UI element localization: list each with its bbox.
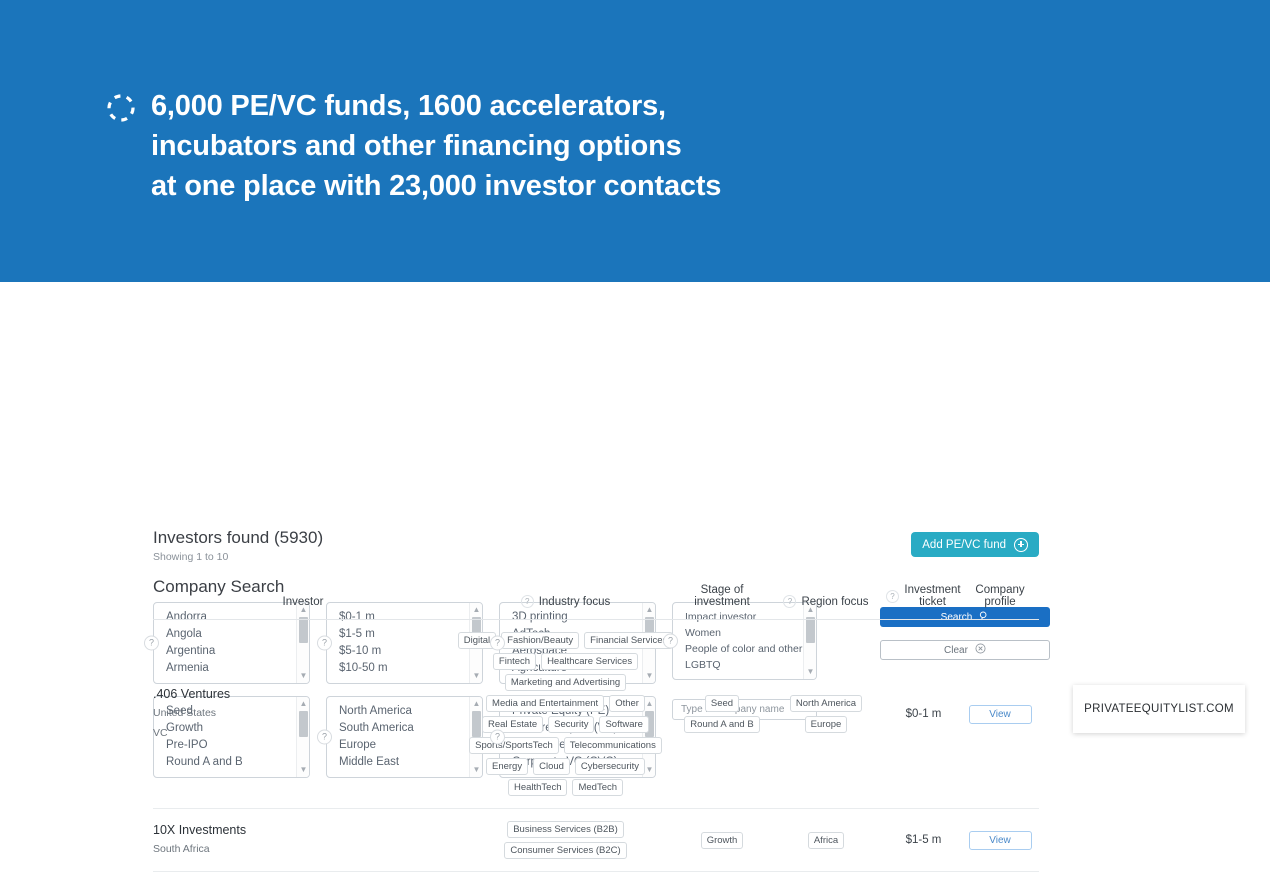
- cell-profile: View: [961, 808, 1039, 872]
- cell-industry: Digital Fashion/Beauty Financial Service…: [453, 619, 678, 809]
- tag: Healthcare Services: [541, 653, 639, 670]
- tag: Financial Services: [584, 632, 674, 649]
- hero-banner: 6,000 PE/VC funds, 1600 accelerators, in…: [0, 0, 1270, 282]
- investor-country: South Africa: [153, 843, 210, 855]
- results-section: Investors found (5930) Showing 1 to 10 A…: [153, 528, 1039, 872]
- cell-industry: Business Services (B2B) Consumer Service…: [453, 808, 678, 872]
- plus-circle-icon: [1014, 537, 1028, 552]
- add-pevc-fund-button[interactable]: Add PE/VC fund: [911, 532, 1039, 557]
- column-header-profile[interactable]: Company profile: [961, 584, 1039, 620]
- cell-region: Africa: [766, 808, 886, 872]
- column-header-industry[interactable]: ? Industry focus: [453, 584, 678, 620]
- region-tag-list: Africa: [766, 831, 886, 849]
- tag: Seed: [704, 695, 740, 712]
- tag: Business Services (B2B): [507, 821, 624, 838]
- tag: Cybersecurity: [574, 758, 645, 775]
- cell-ticket: $1-5 m: [886, 808, 961, 872]
- results-header: Investors found (5930) Showing 1 to 10 A…: [153, 528, 1039, 570]
- stage-tag-list: Seed Round A and B: [678, 695, 766, 733]
- help-icon[interactable]: ?: [144, 635, 159, 651]
- watermark-text: PRIVATEEQUITYLIST.COM: [1084, 703, 1234, 715]
- tag: Real Estate: [482, 716, 544, 733]
- tag: Africa: [807, 831, 845, 849]
- cell-ticket: $0-1 m: [886, 619, 961, 809]
- tag: Europe: [804, 716, 848, 733]
- column-label: Company profile: [975, 584, 1025, 608]
- column-label: Investor: [282, 596, 324, 608]
- tag: Cloud: [533, 758, 570, 775]
- investor-name[interactable]: .406 Ventures: [153, 687, 453, 701]
- tag: Other: [609, 695, 645, 712]
- tag: Consumer Services (B2C): [504, 842, 627, 859]
- column-label: Region focus: [801, 595, 869, 608]
- investor-name[interactable]: 10X Investments: [153, 823, 453, 837]
- tag: Security: [548, 716, 595, 733]
- hero-content: 6,000 PE/VC funds, 1600 accelerators, in…: [105, 86, 721, 206]
- tag: Round A and B: [684, 716, 760, 733]
- tag: Energy: [485, 758, 529, 775]
- cell-investor: .406 Ventures United States VC: [153, 619, 453, 809]
- investor-type: VC: [153, 727, 168, 739]
- cell-investor: 10X Investments South Africa: [153, 808, 453, 872]
- results-title: Investors found (5930): [153, 528, 324, 547]
- help-icon[interactable]: ?: [317, 729, 332, 745]
- tag: Marketing and Advertising: [504, 674, 627, 691]
- column-header-region[interactable]: ? Region focus: [766, 584, 886, 620]
- view-button[interactable]: View: [968, 830, 1032, 850]
- cell-stage: Seed Round A and B: [678, 619, 766, 809]
- industry-tag-list: Business Services (B2B) Consumer Service…: [453, 821, 678, 859]
- cell-region: North America Europe: [766, 619, 886, 809]
- table-row[interactable]: 10X Investments South Africa Business Se…: [153, 808, 1039, 872]
- table-header-row: Investor ? Industry focus Stage of inves…: [153, 584, 1039, 620]
- help-icon[interactable]: ?: [886, 589, 899, 603]
- column-label: Industry focus: [538, 595, 611, 608]
- cell-profile: View: [961, 619, 1039, 809]
- watermark-badge: PRIVATEEQUITYLIST.COM: [1073, 685, 1245, 733]
- cell-stage: Growth: [678, 808, 766, 872]
- tag: Fashion/Beauty: [501, 632, 580, 649]
- table-row[interactable]: .406 Ventures United States VC Digital F…: [153, 619, 1039, 809]
- ticket-value: $1-5 m: [905, 834, 942, 846]
- industry-tag-list: Digital Fashion/Beauty Financial Service…: [453, 632, 678, 796]
- stage-tag-list: Growth: [678, 831, 766, 849]
- help-icon[interactable]: ?: [317, 635, 332, 651]
- tag: Fintech: [492, 653, 537, 670]
- region-tag-list: North America Europe: [766, 695, 886, 733]
- results-showing: Showing 1 to 10: [153, 551, 229, 563]
- dotted-circle-icon: [105, 92, 137, 124]
- help-icon[interactable]: ?: [490, 635, 505, 651]
- tag: Telecommunications: [563, 737, 662, 754]
- add-button-label: Add PE/VC fund: [922, 538, 1006, 551]
- help-icon[interactable]: ?: [783, 595, 797, 608]
- investor-country: United States: [153, 707, 217, 719]
- column-header-investor[interactable]: Investor: [153, 584, 453, 620]
- investors-table: Investor ? Industry focus Stage of inves…: [153, 584, 1039, 872]
- column-header-stage[interactable]: Stage of investment: [678, 584, 766, 620]
- investors-table-body: .406 Ventures United States VC Digital F…: [153, 619, 1039, 872]
- tag: Software: [599, 716, 649, 733]
- hero-title: 6,000 PE/VC funds, 1600 accelerators, in…: [151, 90, 722, 202]
- ticket-value: $0-1 m: [905, 708, 942, 720]
- column-label: Investment ticket: [904, 584, 961, 608]
- column-header-ticket[interactable]: ? Investment ticket: [886, 584, 961, 620]
- tag: MedTech: [572, 779, 624, 796]
- tag: Growth: [700, 831, 744, 849]
- tag: Media and Entertainment: [486, 695, 605, 712]
- view-button[interactable]: View: [968, 704, 1032, 724]
- tag: HealthTech: [507, 779, 568, 796]
- tag: Sports/SportsTech: [469, 737, 559, 754]
- help-icon[interactable]: ?: [663, 633, 678, 649]
- tag: North America: [789, 695, 863, 712]
- help-icon[interactable]: ?: [520, 595, 534, 608]
- column-label: Stage of investment: [694, 584, 750, 608]
- help-icon[interactable]: ?: [490, 729, 505, 745]
